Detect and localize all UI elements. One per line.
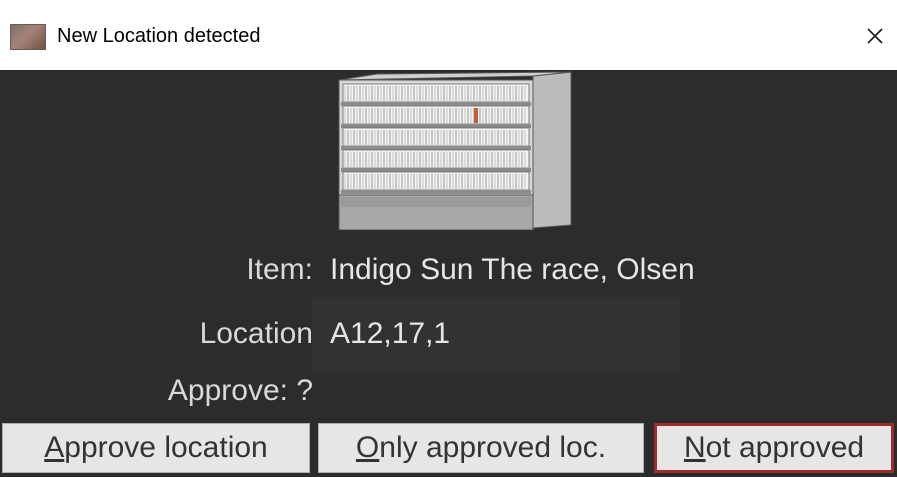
not-approved-mnemonic: N xyxy=(683,431,706,464)
title-bar[interactable]: New Location detected xyxy=(0,0,897,70)
button-bar: Approve location Only approved loc. Not … xyxy=(0,423,897,477)
close-icon xyxy=(867,28,883,44)
dialog-content: Item: Indigo Sun The race, Olsen Locatio… xyxy=(0,70,897,477)
close-button[interactable] xyxy=(857,18,893,54)
approve-status-label: Approve: ? xyxy=(167,374,313,407)
approve-location-mnemonic: A xyxy=(44,431,65,464)
window-title: New Location detected xyxy=(57,25,261,47)
location-label: Location xyxy=(199,317,313,350)
dialog-window: New Location detected Item: Indigo Sun T… xyxy=(0,0,897,477)
only-approved-location-button[interactable]: Only approved loc. xyxy=(318,423,644,473)
item-label: Item: xyxy=(246,253,313,286)
approve-location-label: pprove location xyxy=(64,431,268,464)
highlighted-book-slot xyxy=(474,108,478,123)
item-value: Indigo Sun The race, Olsen xyxy=(330,253,695,286)
only-approved-label: nly approved loc. xyxy=(379,431,607,464)
shelf-illustration xyxy=(338,71,572,230)
approve-location-button[interactable]: Approve location xyxy=(2,423,310,473)
not-approved-button[interactable]: Not approved xyxy=(654,423,894,473)
only-approved-mnemonic: O xyxy=(355,431,380,464)
app-icon xyxy=(10,24,46,50)
not-approved-label: ot approved xyxy=(705,431,865,464)
location-value: A12,17,1 xyxy=(330,317,451,350)
